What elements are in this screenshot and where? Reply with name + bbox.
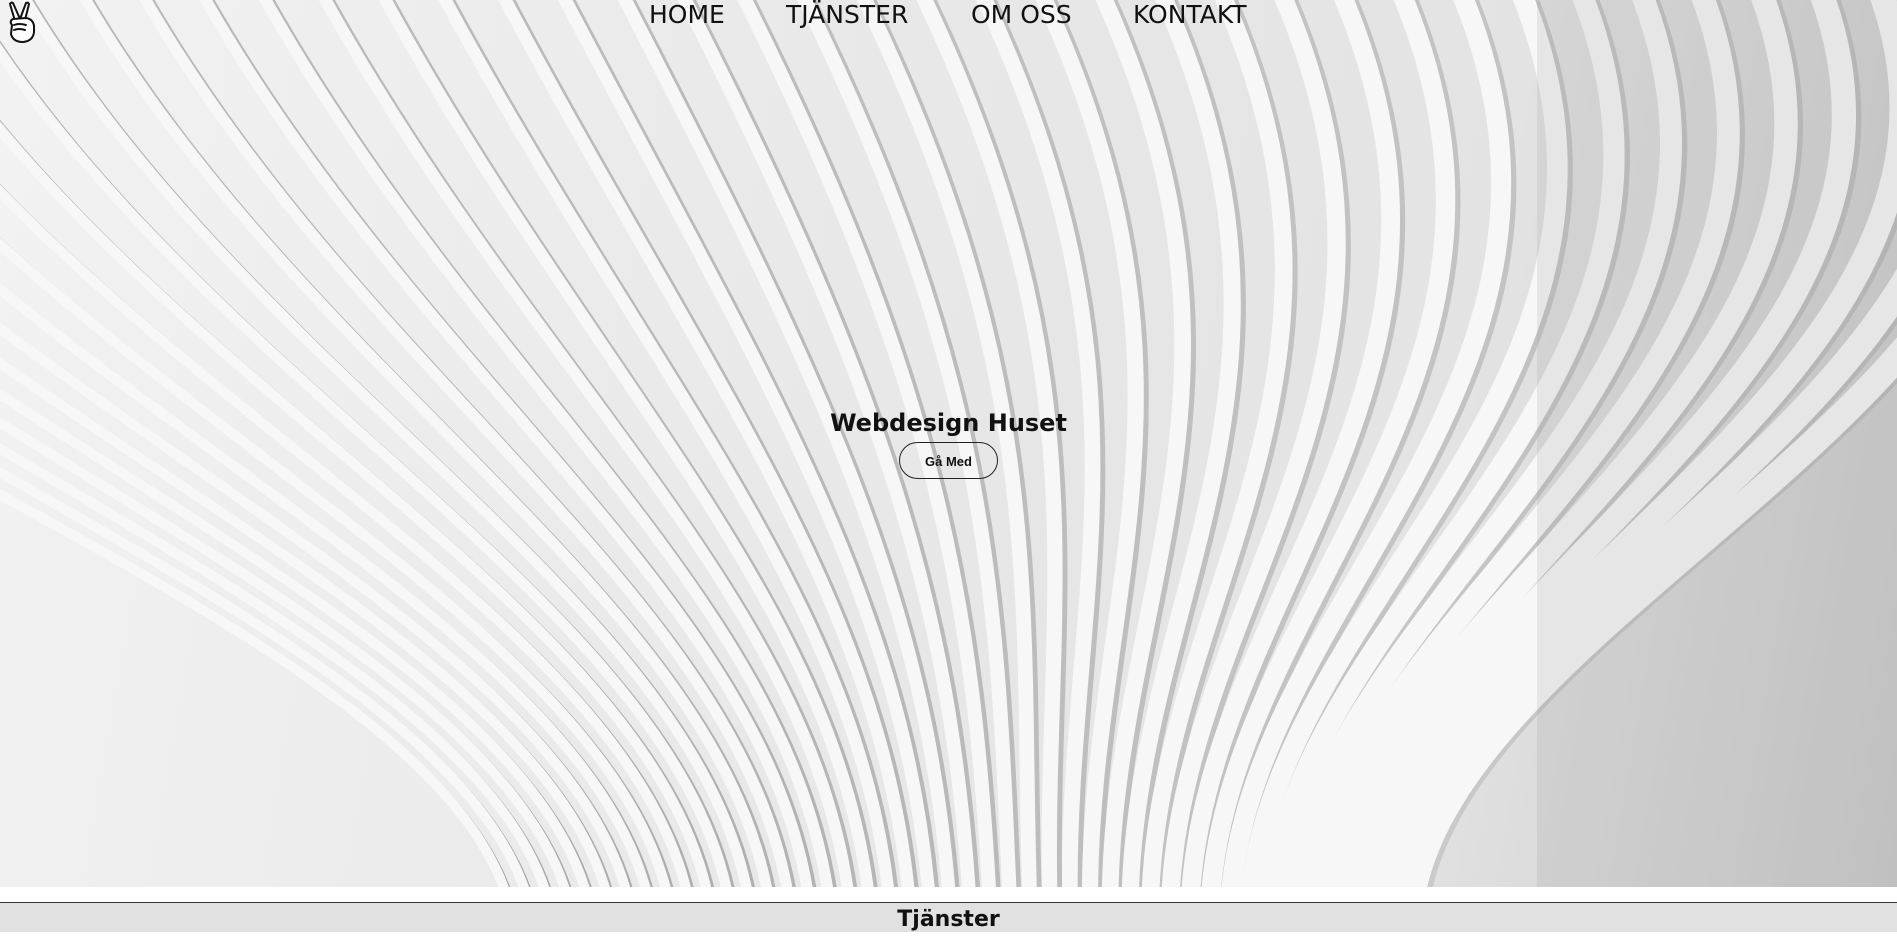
hero-content: Webdesign Huset Gå Med <box>0 406 1897 479</box>
nav-item-kontakt[interactable]: KONTAKT <box>1133 0 1247 30</box>
main-nav: HOME TJÄNSTER OM OSS KONTAKT <box>0 0 1897 32</box>
nav-item-home[interactable]: HOME <box>649 0 725 30</box>
join-button[interactable]: Gå Med <box>899 442 998 479</box>
nav-item-tjanster[interactable]: TJÄNSTER <box>786 0 908 30</box>
nav-item-om-oss[interactable]: OM OSS <box>971 0 1072 30</box>
services-section-header: Tjänster <box>0 903 1897 932</box>
hero-section: HOME TJÄNSTER OM OSS KONTAKT Webdesign H… <box>0 0 1897 887</box>
hero-title: Webdesign Huset <box>830 409 1067 437</box>
